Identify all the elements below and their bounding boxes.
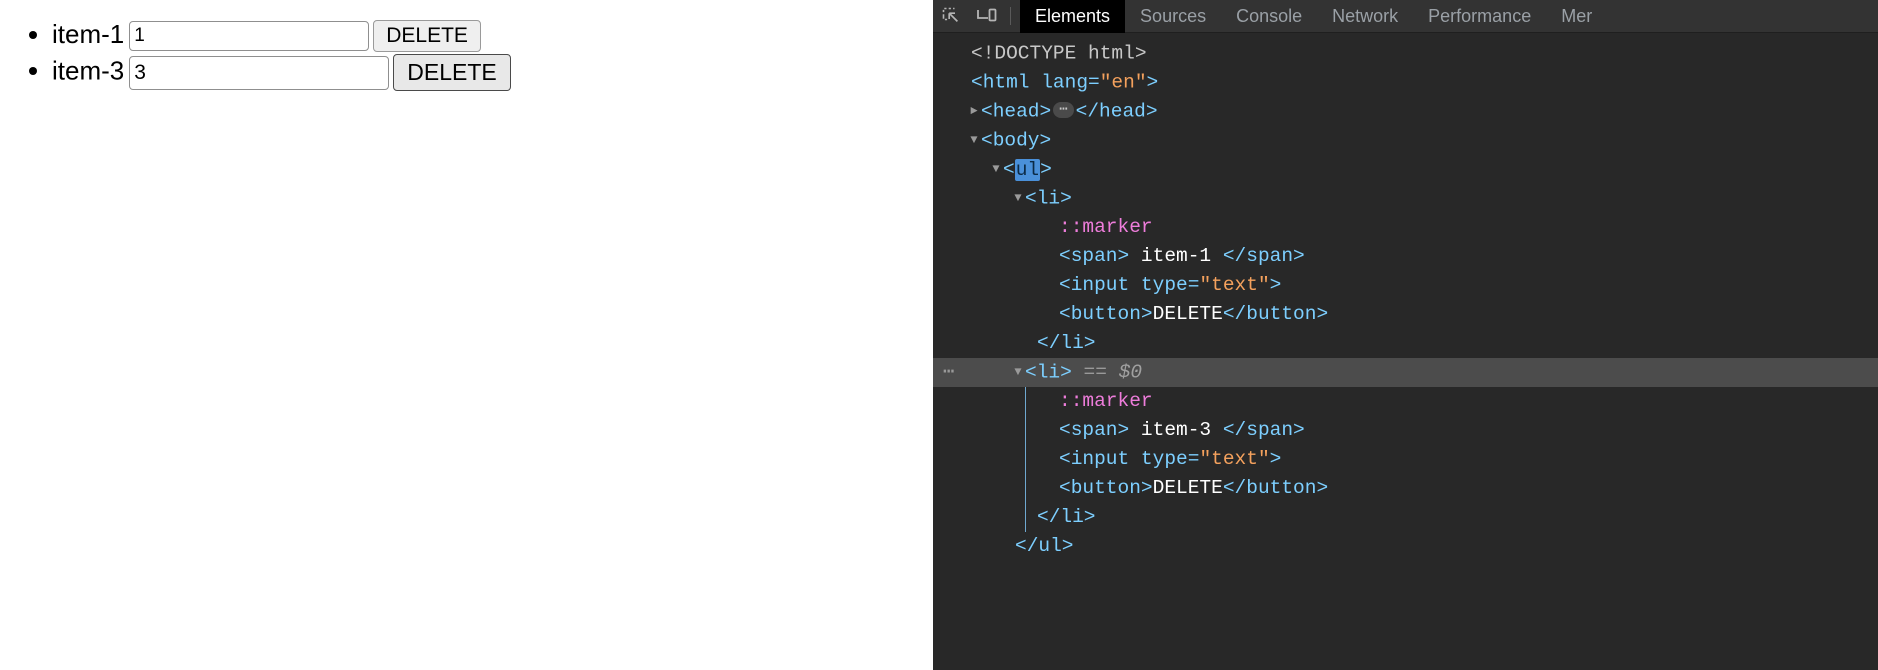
dom-tree[interactable]: ►<!DOCTYPE html> ►<html lang="en"> ►<hea… [933, 33, 1878, 561]
input-type-value: "text" [1199, 274, 1270, 296]
delete-button[interactable]: DELETE [393, 54, 511, 91]
button-open-tag: <button> [1059, 477, 1153, 499]
button-open-tag: <button> [1059, 303, 1153, 325]
button-text-node: DELETE [1152, 303, 1223, 325]
span-close-tag: </span> [1222, 245, 1305, 267]
tab-performance[interactable]: Performance [1413, 0, 1546, 33]
body-open-tag: <body> [981, 129, 1052, 152]
pseudo-marker-text: ::marker [1059, 216, 1153, 238]
tab-sources[interactable]: Sources [1125, 0, 1221, 33]
li-close-tag: </li> [1037, 506, 1096, 528]
ul-tag-name[interactable]: ul [1014, 158, 1041, 181]
tree-row-li-close-1[interactable]: </li> [933, 329, 1878, 358]
span-text-node: item-3 [1140, 419, 1212, 441]
html-lang-value: "en" [1099, 71, 1147, 94]
list-item: item-1 DELETE [52, 20, 933, 52]
button-close-tag: </button> [1222, 477, 1329, 499]
device-toolbar-icon[interactable] [969, 0, 1005, 33]
span-close-tag: </span> [1222, 419, 1305, 441]
tree-row-button-1[interactable]: <button>DELETE</button> [933, 300, 1878, 329]
tree-row-ul[interactable]: ▼ <ul> [933, 155, 1878, 184]
tab-network[interactable]: Network [1317, 0, 1413, 33]
html-open-gt: > [1146, 71, 1159, 94]
input-open-tag: <input type= [1059, 448, 1200, 470]
input-open-gt: > [1269, 274, 1282, 296]
twisty-expanded-icon[interactable]: ▼ [1011, 358, 1025, 387]
selected-node-ref: $0 [1118, 361, 1143, 384]
tab-elements[interactable]: Elements [1020, 0, 1126, 33]
button-text-node: DELETE [1152, 477, 1223, 499]
devtools-tabbar: Elements Sources Console Network Perform… [933, 0, 1878, 33]
item-label: item-3 [52, 55, 125, 86]
button-close-tag: </button> [1222, 303, 1329, 325]
input-open-gt: > [1269, 448, 1282, 470]
collapsed-children-icon[interactable]: ⋯ [1053, 101, 1074, 118]
span-text-node: item-1 [1140, 245, 1212, 267]
item-list: item-1 DELETE item-3 DELETE [0, 20, 933, 91]
head-open-tag: <head> [981, 100, 1052, 123]
tab-console[interactable]: Console [1221, 0, 1317, 33]
tree-row-marker[interactable]: ::marker [933, 213, 1878, 242]
item-value-input[interactable] [129, 55, 390, 90]
tree-row-li-close-2[interactable]: </li> [933, 503, 1878, 532]
input-type-value: "text" [1199, 448, 1270, 470]
ul-close-tag: </ul> [1015, 535, 1074, 557]
tree-row-ul-close[interactable]: </ul> [933, 532, 1878, 561]
list-item: item-3 DELETE [52, 54, 933, 91]
item-label: item-1 [52, 18, 125, 49]
doctype-text: <!DOCTYPE html> [971, 42, 1147, 65]
twisty-expanded-icon[interactable]: ▼ [967, 126, 981, 155]
twisty-expanded-icon[interactable]: ▼ [989, 155, 1003, 184]
tree-row-doctype[interactable]: ►<!DOCTYPE html> [933, 39, 1878, 68]
tree-row-html[interactable]: ►<html lang="en"> [933, 68, 1878, 97]
span-open-tag: <span> [1059, 245, 1130, 267]
li-open-tag: <li> [1025, 361, 1072, 384]
selected-node-eq: == [1083, 361, 1107, 384]
li-close-tag: </li> [1037, 332, 1096, 354]
tree-row-marker[interactable]: ::marker [933, 387, 1878, 416]
head-close-tag: </head> [1075, 100, 1158, 123]
ul-open-lt: < [1003, 158, 1015, 181]
tree-row-li-selected[interactable]: ⋯ ▼ <li> == $0 [933, 358, 1878, 387]
devtools-panel: Elements Sources Console Network Perform… [933, 0, 1878, 670]
tree-row-input-1[interactable]: <input type="text"> [933, 271, 1878, 300]
tree-row-span-item1[interactable]: <span> item-1 </span> [933, 242, 1878, 271]
html-open-tag: <html lang= [971, 71, 1100, 94]
row-more-options-icon[interactable]: ⋯ [943, 358, 955, 387]
web-page-viewport: item-1 DELETE item-3 DELETE [0, 0, 933, 670]
pseudo-marker-text: ::marker [1059, 390, 1153, 412]
tree-row-li-first[interactable]: ▼ <li> [933, 184, 1878, 213]
delete-button[interactable]: DELETE [373, 20, 481, 52]
tab-memory[interactable]: Mer [1546, 0, 1607, 33]
tree-row-body[interactable]: ▼ <body> [933, 126, 1878, 155]
toolbar-divider [1010, 7, 1011, 25]
item-value-input[interactable] [129, 21, 370, 51]
li-open-tag: <li> [1025, 187, 1072, 210]
input-open-tag: <input type= [1059, 274, 1200, 296]
ul-open-gt: > [1040, 158, 1052, 181]
twisty-expanded-icon[interactable]: ▼ [1011, 184, 1025, 213]
tree-row-span-item3[interactable]: <span> item-3 </span> [933, 416, 1878, 445]
tree-row-input-2[interactable]: <input type="text"> [933, 445, 1878, 474]
inspect-element-icon[interactable] [933, 0, 969, 33]
tree-row-button-2[interactable]: <button>DELETE</button> [933, 474, 1878, 503]
screen: item-1 DELETE item-3 DELETE [0, 0, 1878, 670]
tree-row-head[interactable]: ► <head> ⋯ </head> [933, 97, 1878, 126]
twisty-collapsed-icon[interactable]: ► [967, 97, 981, 126]
span-open-tag: <span> [1059, 419, 1130, 441]
